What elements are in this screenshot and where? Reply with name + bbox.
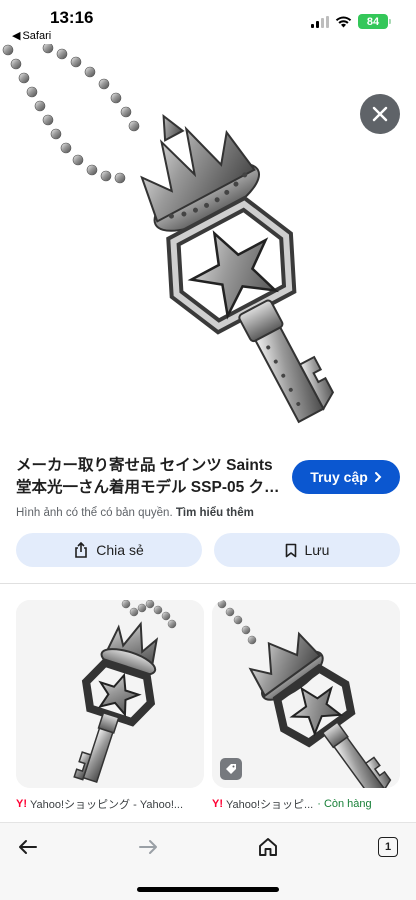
cellular-signal-icon: [311, 15, 329, 28]
home-button[interactable]: [256, 835, 280, 859]
pendant-thumbnail-image: [16, 600, 204, 788]
home-indicator: [137, 887, 279, 892]
battery-level: 84: [366, 15, 380, 28]
tab-count: 1: [378, 837, 398, 857]
chevron-right-icon: [374, 472, 382, 482]
back-triangle-icon: ◀: [12, 30, 21, 42]
back-button[interactable]: [16, 835, 40, 859]
back-app-label: Safari: [22, 29, 52, 42]
shopping-tag-icon: [220, 758, 242, 780]
copyright-text: Hình ảnh có thể có bản quyền.: [16, 507, 173, 519]
status-bar: 13:16 ◀ Safari 84: [0, 0, 416, 44]
status-time: 13:16: [50, 8, 94, 27]
close-button[interactable]: [360, 94, 400, 134]
bookmark-icon: [285, 543, 296, 557]
source-name: Yahoo!ショッピ...: [226, 799, 314, 811]
related-source: Y! Yahoo!ショッピ... · Còn hàng: [212, 796, 400, 812]
result-title[interactable]: メーカー取り寄せ品 セインツ Saints 堂本光一さん着用モデル SSP-05…: [16, 455, 286, 499]
action-row: Chia sẻ Lưu: [16, 533, 400, 567]
yahoo-logo-icon: Y!: [212, 798, 223, 810]
related-source: Y! Yahoo!ショッピング - Yahoo!...: [16, 796, 204, 812]
share-button[interactable]: Chia sẻ: [16, 533, 202, 567]
related-thumbnail[interactable]: [212, 600, 400, 788]
battery-icon: 84: [358, 14, 391, 29]
forward-button[interactable]: [136, 835, 160, 859]
arrow-right-icon: [139, 840, 157, 854]
related-thumbnail[interactable]: [16, 600, 204, 788]
result-info: メーカー取り寄せ品 セインツ Saints 堂本光一さん着用モデル SSP-05…: [16, 455, 286, 519]
status-icons: 84: [311, 14, 391, 29]
visit-button[interactable]: Truy cập: [292, 460, 400, 494]
wifi-icon: [335, 16, 352, 27]
share-label: Chia sẻ: [96, 542, 144, 558]
related-result-card[interactable]: Y! Yahoo!ショッピング - Yahoo!... メーカー取り寄せ品 セイ…: [16, 600, 204, 831]
save-label: Lưu: [304, 542, 330, 558]
copyright-notice: Hình ảnh có thể có bản quyền. Tìm hiểu t…: [16, 507, 286, 519]
section-divider: [0, 583, 416, 584]
in-stock-badge: · Còn hàng: [317, 798, 372, 810]
yahoo-logo-icon: Y!: [16, 798, 27, 810]
close-icon: [372, 106, 388, 122]
visit-label: Truy cập: [310, 469, 368, 485]
related-result-card[interactable]: Y! Yahoo!ショッピ... · Còn hàng メーカー取り寄せ品 セイ…: [212, 600, 400, 831]
back-to-app-link[interactable]: ◀ Safari: [12, 29, 52, 43]
hero-image[interactable]: [0, 44, 416, 434]
share-icon: [75, 542, 88, 558]
source-name: Yahoo!ショッピング - Yahoo!...: [30, 799, 184, 811]
pendant-illustration: [2, 44, 335, 424]
arrow-left-icon: [19, 840, 37, 854]
tabs-button[interactable]: 1: [376, 835, 400, 859]
browser-toolbar: 1: [0, 822, 416, 900]
learn-more-link[interactable]: Tìm hiểu thêm: [176, 507, 254, 519]
home-icon: [259, 838, 277, 856]
save-button[interactable]: Lưu: [214, 533, 400, 567]
